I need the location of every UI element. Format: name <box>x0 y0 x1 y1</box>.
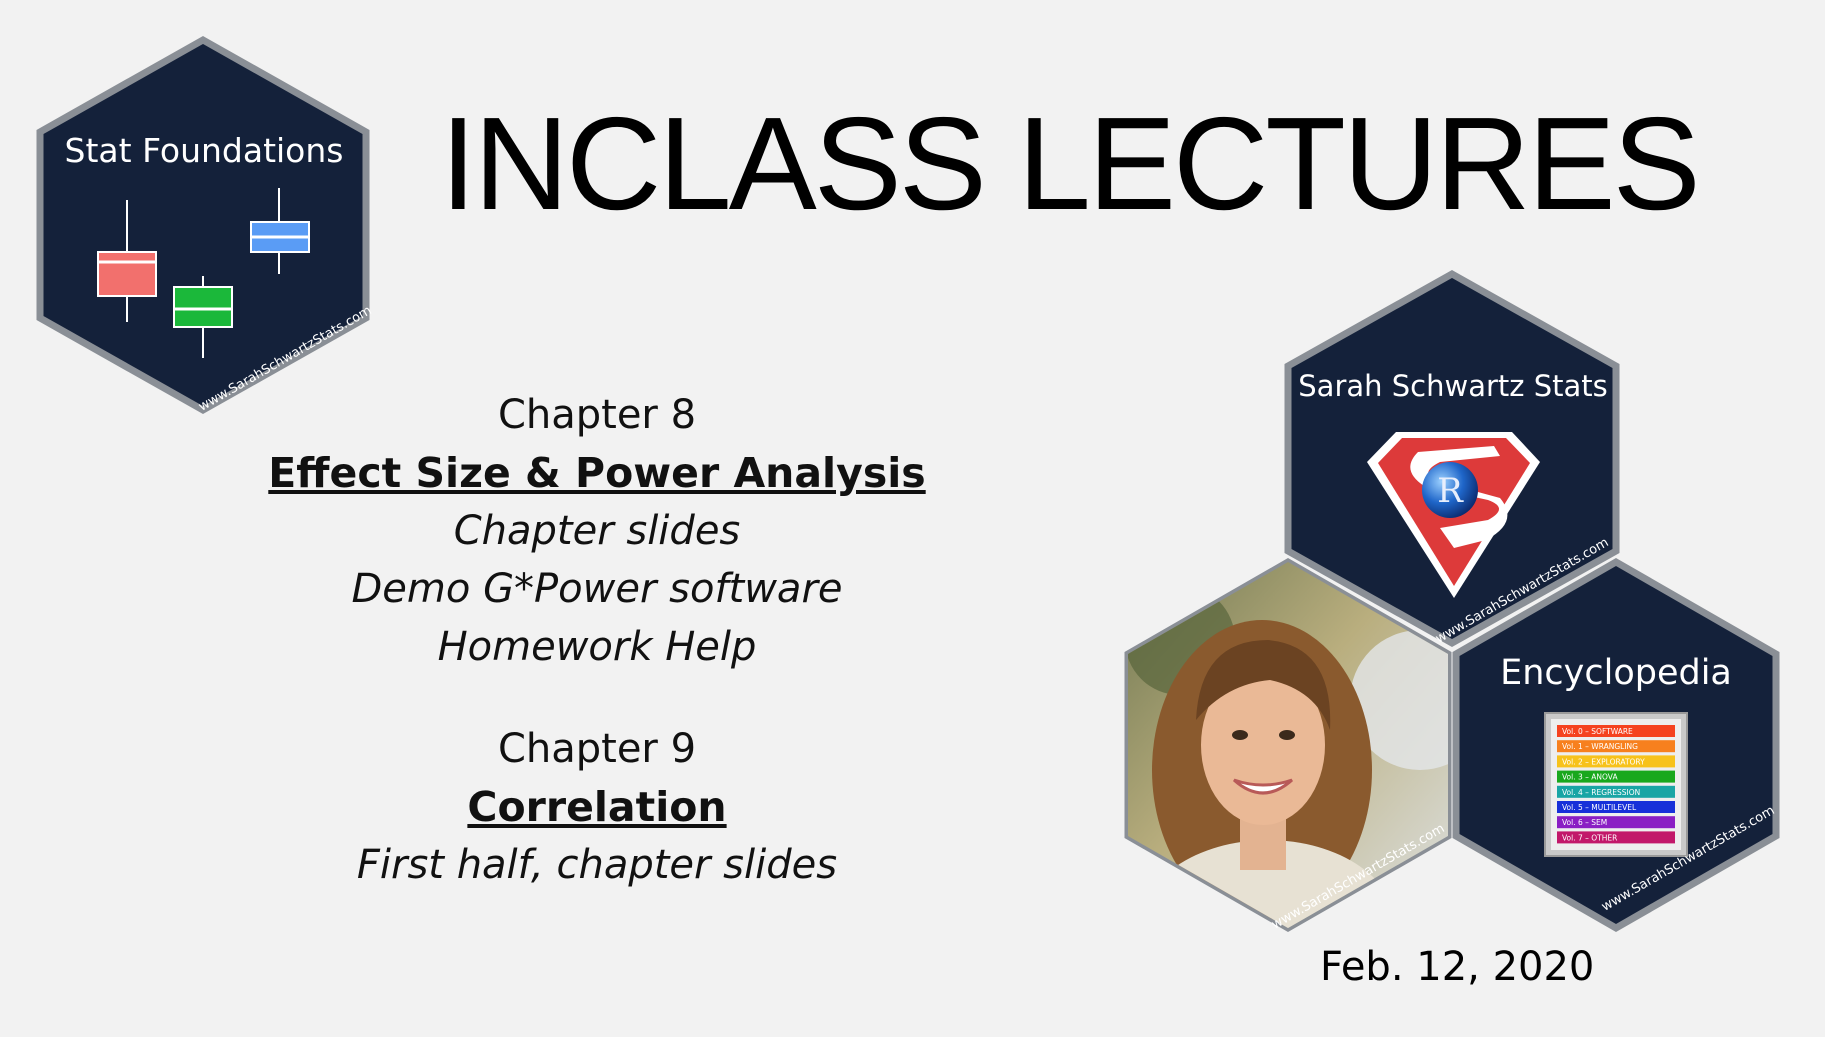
r-letter: R <box>1437 471 1464 511</box>
chapter-8-item: Homework Help <box>437 624 757 670</box>
brand-hex-label: Sarah Schwartz Stats <box>1298 369 1607 403</box>
volume-label: Vol. 3 – ANOVA <box>1562 773 1618 782</box>
chapter-9-section: Chapter 9 Correlation First half, chapte… <box>192 721 1002 894</box>
stat-foundations-label: Stat Foundations <box>65 131 344 170</box>
lecture-date: Feb. 12, 2020 <box>1320 944 1595 990</box>
volume-label: Vol. 0 – SOFTWARE <box>1562 727 1633 736</box>
chapter-8-section: Chapter 8 Effect Size & Power Analysis C… <box>192 387 1002 676</box>
volume-label: Vol. 1 – WRANGLING <box>1562 742 1638 751</box>
chapter-8-item: Chapter slides <box>453 508 741 554</box>
encyclopedia-label: Encyclopedia <box>1500 653 1732 693</box>
chapter-8-item: Demo G*Power software <box>351 566 843 612</box>
page-title: INCLASS LECTURES <box>440 90 1701 237</box>
volume-label: Vol. 4 – REGRESSION <box>1562 788 1640 797</box>
volume-label: Vol. 6 – SEM <box>1562 818 1607 827</box>
chapter-9-item: First half, chapter slides <box>356 842 838 888</box>
chapter-9-topic: Correlation <box>467 783 727 831</box>
volume-label: Vol. 2 – EXPLORATORY <box>1562 757 1645 766</box>
volume-label: Vol. 5 – MULTILEVEL <box>1562 803 1637 812</box>
encyclopedia-volumes: Vol. 0 – SOFTWARE Vol. 1 – WRANGLING Vol. … <box>1544 712 1688 857</box>
chapter-8-heading: Chapter 8 <box>497 392 697 438</box>
volume-label: Vol. 7 – OTHER <box>1562 833 1617 842</box>
chapter-9-heading: Chapter 9 <box>497 726 697 772</box>
stat-foundations-hex: Stat Foundations www.SarahSchwartzStats.… <box>36 35 374 415</box>
chapter-8-topic: Effect Size & Power Analysis <box>268 449 926 497</box>
